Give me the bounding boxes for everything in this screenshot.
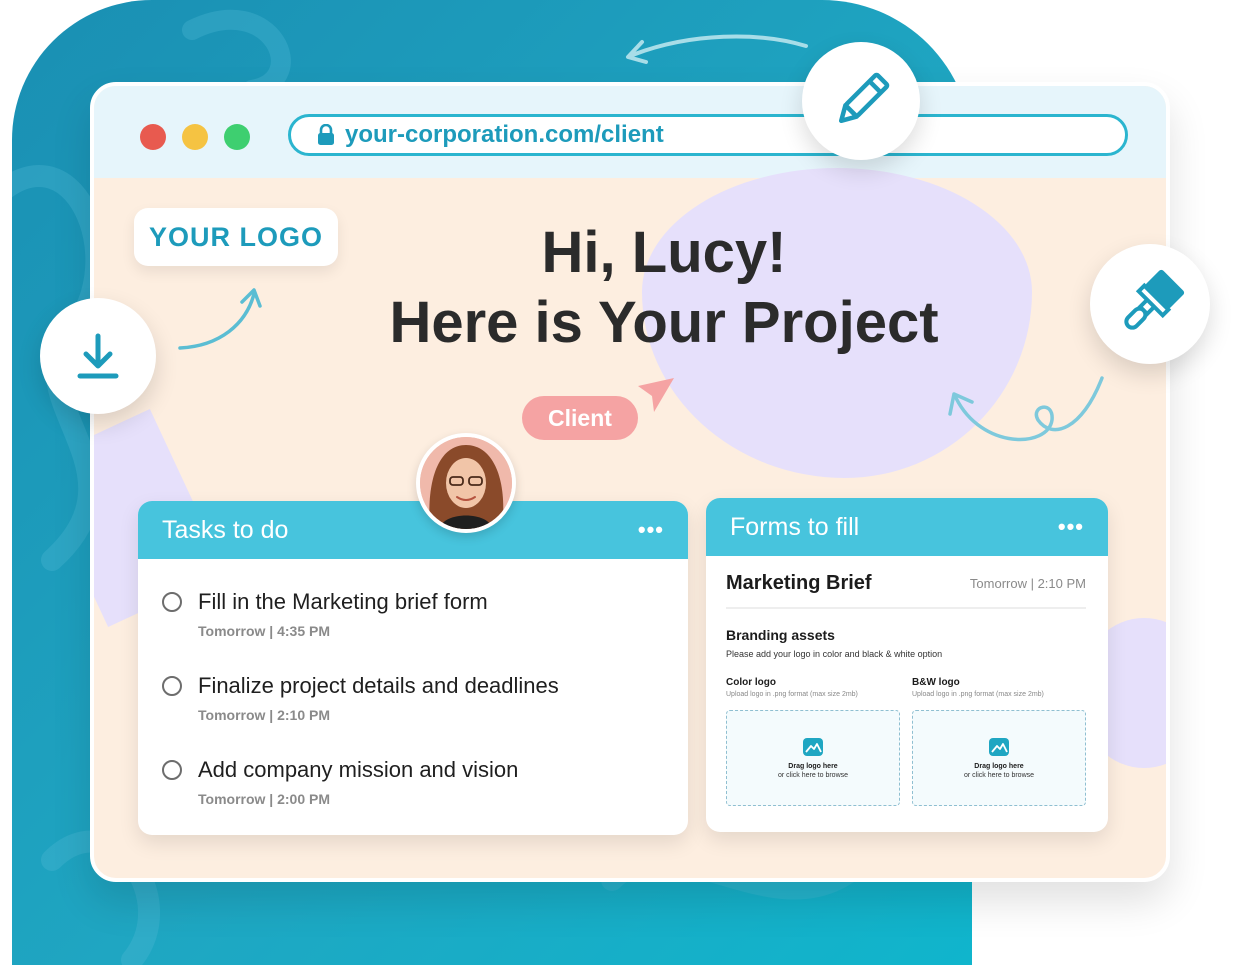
drop-zone-subtitle: or click here to browse bbox=[777, 772, 849, 779]
logo-drop-zone[interactable]: Drag logo here or click here to browse bbox=[726, 710, 900, 806]
paintbrush-icon bbox=[1124, 269, 1185, 330]
url-text: your-corporation.com/client bbox=[345, 121, 664, 148]
task-checkbox[interactable] bbox=[162, 676, 182, 696]
drop-zone-subtitle: or click here to browse bbox=[963, 772, 1035, 779]
task-item: Finalize project details and deadlines T… bbox=[162, 671, 664, 723]
company-logo: YOUR LOGO bbox=[134, 208, 338, 266]
decorative-arrow-top bbox=[626, 34, 808, 64]
more-dots-icon[interactable]: ••• bbox=[1058, 516, 1084, 538]
customize-button[interactable] bbox=[1090, 244, 1210, 364]
window-maximize-dot[interactable] bbox=[224, 124, 250, 150]
lock-icon bbox=[318, 124, 334, 145]
greeting-line: Hi, Lucy! bbox=[541, 220, 787, 285]
tasks-card-header: Tasks to do ••• bbox=[138, 501, 688, 559]
cursor-arrow-icon bbox=[638, 378, 674, 412]
page-content: YOUR LOGO Hi, Lucy! Here is Your Project… bbox=[94, 168, 1166, 878]
browser-toolbar: your-corporation.com/client bbox=[94, 86, 1166, 178]
image-icon bbox=[803, 738, 823, 756]
forms-card: Forms to fill ••• Marketing Brief Tomorr… bbox=[706, 498, 1108, 832]
image-icon bbox=[989, 738, 1009, 756]
window-minimize-dot[interactable] bbox=[182, 124, 208, 150]
avatar bbox=[416, 433, 516, 533]
task-checkbox[interactable] bbox=[162, 592, 182, 612]
project-line: Here is Your Project bbox=[389, 290, 939, 355]
task-item: Add company mission and vision Tomorrow … bbox=[162, 755, 664, 807]
client-badge: Client bbox=[522, 396, 638, 440]
upload-row: Color logo Upload logo in .png format (m… bbox=[726, 677, 1086, 806]
drop-zone-title: Drag logo here bbox=[788, 763, 838, 770]
address-bar[interactable]: your-corporation.com/client bbox=[288, 114, 1128, 156]
form-title[interactable]: Marketing Brief bbox=[726, 572, 872, 595]
tasks-card-title: Tasks to do bbox=[162, 515, 289, 544]
drop-zone-title: Drag logo here bbox=[974, 763, 1024, 770]
upload-hint: Upload logo in .png format (max size 2mb… bbox=[912, 691, 1044, 698]
task-text: Add company mission and vision bbox=[198, 757, 519, 782]
decorative-arrow-right bbox=[948, 376, 1104, 442]
download-button[interactable] bbox=[40, 298, 156, 414]
edit-button[interactable] bbox=[802, 42, 920, 160]
task-text: Fill in the Marketing brief form bbox=[198, 589, 488, 614]
download-icon bbox=[77, 333, 119, 379]
forms-card-header: Forms to fill ••• bbox=[706, 498, 1108, 556]
color-logo-upload: Color logo Upload logo in .png format (m… bbox=[726, 677, 900, 806]
task-due-time: Tomorrow | 2:10 PM bbox=[198, 707, 331, 723]
pencil-icon bbox=[838, 72, 890, 124]
browser-window: your-corporation.com/client YOUR LOGO Hi… bbox=[90, 82, 1170, 882]
task-due-time: Tomorrow | 2:00 PM bbox=[198, 791, 331, 807]
section-title: Branding assets bbox=[726, 627, 835, 643]
decorative-arrow-logo bbox=[178, 288, 262, 350]
bw-logo-upload: B&W logo Upload logo in .png format (max… bbox=[912, 677, 1086, 806]
form-preview: Marketing Brief Tomorrow | 2:10 PM Brand… bbox=[706, 556, 1108, 806]
more-dots-icon[interactable]: ••• bbox=[638, 519, 664, 541]
upload-hint: Upload logo in .png format (max size 2mb… bbox=[726, 691, 858, 698]
section-description: Please add your logo in color and black … bbox=[726, 649, 943, 659]
form-due-time: Tomorrow | 2:10 PM bbox=[969, 576, 1086, 591]
avatar-portrait bbox=[420, 437, 512, 529]
task-due-time: Tomorrow | 4:35 PM bbox=[198, 623, 331, 639]
task-text: Finalize project details and deadlines bbox=[198, 673, 559, 698]
tasks-card: Tasks to do ••• Fill in the Marketing br… bbox=[138, 501, 688, 835]
window-close-dot[interactable] bbox=[140, 124, 166, 150]
upload-label: Color logo bbox=[726, 677, 776, 688]
forms-card-title: Forms to fill bbox=[730, 512, 860, 541]
task-checkbox[interactable] bbox=[162, 760, 182, 780]
task-item: Fill in the Marketing brief form Tomorro… bbox=[162, 587, 664, 639]
upload-label: B&W logo bbox=[912, 677, 960, 688]
logo-drop-zone[interactable]: Drag logo here or click here to browse bbox=[912, 710, 1086, 806]
form-header: Marketing Brief Tomorrow | 2:10 PM bbox=[726, 572, 1086, 609]
page-title: Hi, Lucy! Here is Your Project bbox=[344, 218, 984, 358]
task-list: Fill in the Marketing brief form Tomorro… bbox=[138, 559, 688, 807]
